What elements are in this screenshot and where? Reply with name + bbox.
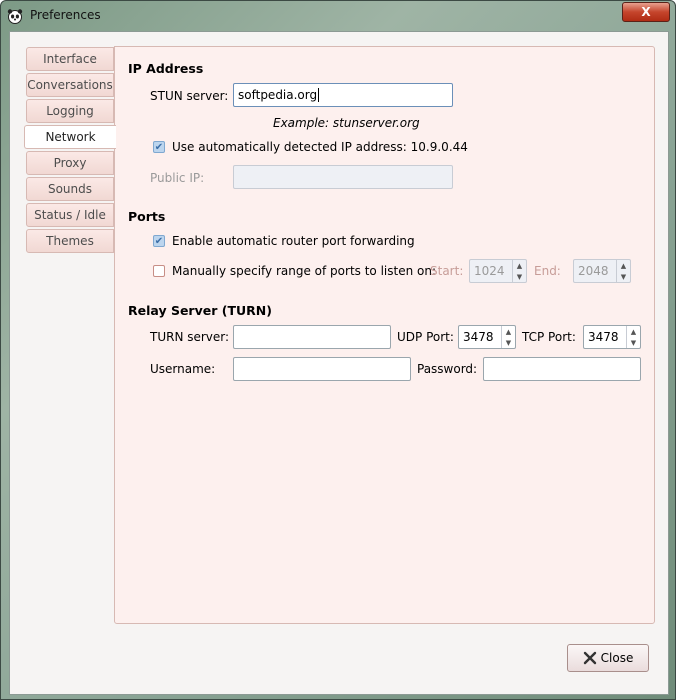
router-forwarding-label: Enable automatic router port forwarding	[172, 234, 415, 248]
close-button[interactable]: Close	[567, 644, 649, 672]
password-label: Password:	[417, 362, 478, 376]
tcp-port-spinner[interactable]: 3478 ▲ ▼	[583, 325, 641, 349]
stun-server-label: STUN server:	[150, 89, 229, 103]
router-forwarding-checkbox[interactable]: ✔	[153, 235, 165, 247]
public-ip-input[interactable]	[233, 165, 453, 189]
spin-down-icon[interactable]: ▼	[617, 271, 630, 282]
tab-label: Sounds	[47, 182, 93, 196]
dialog-client: Interface Conversations Logging Network …	[9, 31, 669, 695]
tab-conversations[interactable]: Conversations	[26, 73, 114, 97]
udp-port-label: UDP Port:	[397, 330, 454, 344]
manual-ports-checkbox[interactable]	[153, 265, 165, 277]
tab-network[interactable]: Network	[24, 125, 116, 149]
spin-up-icon[interactable]: ▲	[627, 326, 640, 337]
stun-server-value: softpedia.org	[238, 88, 318, 102]
checkmark-icon: ✔	[154, 141, 164, 153]
tab-label: Network	[45, 130, 96, 144]
start-port-spinner[interactable]: 1024 ▲ ▼	[469, 259, 527, 283]
auto-ip-checkbox[interactable]: ✔	[153, 141, 165, 153]
stun-server-input[interactable]: softpedia.org	[233, 83, 453, 107]
preferences-window: Preferences X Interface Conversations Lo…	[0, 0, 676, 700]
tcp-port-label: TCP Port:	[522, 330, 576, 344]
tab-themes[interactable]: Themes	[26, 229, 114, 253]
spin-down-icon[interactable]: ▼	[502, 337, 515, 348]
start-port-value: 1024	[474, 264, 505, 278]
end-port-label: End:	[534, 264, 561, 278]
tab-label: Logging	[46, 104, 94, 118]
tab-interface[interactable]: Interface	[26, 47, 114, 71]
start-port-label: Start:	[430, 264, 464, 278]
spin-up-icon[interactable]: ▲	[617, 260, 630, 271]
username-label: Username:	[150, 362, 216, 376]
panda-icon	[7, 9, 23, 24]
tab-label: Interface	[43, 52, 97, 66]
tab-label: Themes	[46, 234, 94, 248]
auto-ip-label: Use automatically detected IP address: 1…	[172, 140, 468, 154]
spin-up-icon[interactable]: ▲	[513, 260, 526, 271]
udp-port-value: 3478	[463, 330, 494, 344]
stun-example-hint: Example: stunserver.org	[273, 116, 420, 130]
ip-address-heading: IP Address	[128, 61, 204, 76]
tcp-port-value: 3478	[588, 330, 619, 344]
window-title: Preferences	[30, 8, 101, 22]
close-icon	[583, 651, 596, 665]
close-icon: X	[641, 5, 651, 19]
tab-proxy[interactable]: Proxy	[26, 151, 114, 175]
tab-label: Conversations	[27, 78, 113, 92]
spin-up-icon[interactable]: ▲	[502, 326, 515, 337]
spin-down-icon[interactable]: ▼	[513, 271, 526, 282]
udp-port-spinner[interactable]: 3478 ▲ ▼	[458, 325, 516, 349]
tab-status-idle[interactable]: Status / Idle	[26, 203, 114, 227]
network-panel: IP Address STUN server: softpedia.org Ex…	[114, 46, 655, 624]
end-port-spinner[interactable]: 2048 ▲ ▼	[573, 259, 631, 283]
manual-ports-label: Manually specify range of ports to liste…	[172, 264, 436, 278]
public-ip-label: Public IP:	[150, 171, 205, 185]
password-input[interactable]	[483, 357, 641, 381]
ports-heading: Ports	[128, 209, 166, 224]
checkmark-icon: ✔	[154, 235, 164, 247]
username-input[interactable]	[233, 357, 411, 381]
spin-down-icon[interactable]: ▼	[627, 337, 640, 348]
tab-logging[interactable]: Logging	[26, 99, 114, 123]
turn-server-input[interactable]	[233, 325, 391, 349]
window-close-button[interactable]: X	[622, 2, 670, 22]
tab-sounds[interactable]: Sounds	[26, 177, 114, 201]
title-bar: Preferences X	[1, 1, 675, 31]
tab-label: Proxy	[53, 156, 87, 170]
end-port-value: 2048	[578, 264, 609, 278]
tab-label: Status / Idle	[34, 208, 106, 222]
turn-server-label: TURN server:	[150, 330, 230, 344]
relay-heading: Relay Server (TURN)	[128, 303, 272, 318]
close-button-label: Close	[600, 651, 634, 665]
